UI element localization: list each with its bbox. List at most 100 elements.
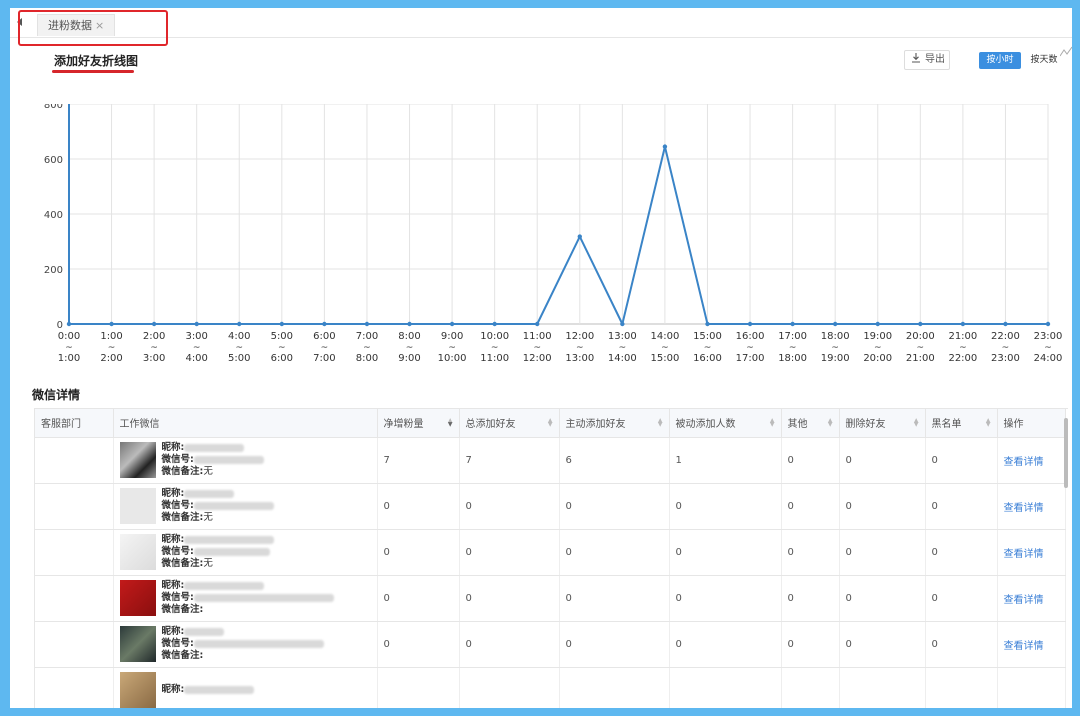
details-title: 微信详情: [32, 388, 81, 402]
x-tick-label-end: 20:00: [863, 353, 892, 364]
redacted-nickname: [184, 489, 235, 498]
cell-empty: [559, 667, 670, 708]
x-tick-label-start: 12:00: [565, 331, 594, 342]
cell-active: 6: [559, 437, 670, 484]
remark-label: 微信备注:: [161, 558, 204, 569]
x-tick-separator: ~: [363, 343, 371, 353]
sort-icon[interactable]: ▲ ▼: [658, 418, 663, 428]
cell-work-wechat: 昵称: 微信号: 微信备注:无: [113, 437, 378, 484]
cell-deleted: 0: [839, 575, 926, 622]
col-net-gain[interactable]: 净增粉量 ▲ ▼: [377, 409, 460, 438]
nickname-label: 昵称:: [161, 580, 185, 591]
col-blacklist-label: 黑名单: [931, 419, 962, 431]
y-tick-label: 200: [44, 265, 63, 276]
col-passive-added[interactable]: 被动添加人数 ▲ ▼: [669, 409, 782, 438]
data-point: [747, 321, 753, 327]
wechat-info: 昵称:: [162, 684, 255, 696]
x-tick-label-start: 7:00: [356, 331, 378, 342]
x-tick-separator: ~: [278, 343, 286, 353]
table-scrollbar[interactable]: [1064, 418, 1068, 488]
x-tick-separator: ~: [65, 343, 73, 353]
sort-icon[interactable]: ▲ ▼: [448, 418, 453, 428]
x-tick-separator: ~: [1044, 343, 1052, 353]
export-button[interactable]: 导出: [904, 50, 950, 70]
cell-other: 0: [781, 529, 840, 576]
x-tick-label-end: 4:00: [185, 353, 207, 364]
redacted-nickname: [184, 685, 255, 694]
view-details-link[interactable]: 查看详情: [1004, 549, 1044, 560]
wechat-info: 昵称: 微信号: 微信备注:: [162, 580, 334, 616]
x-tick-label-end: 14:00: [608, 353, 637, 364]
download-icon: [912, 53, 920, 63]
col-net-gain-label: 净增粉量: [383, 419, 424, 431]
cell-empty: [377, 667, 460, 708]
cell-net: 0: [377, 529, 460, 576]
sort-icon[interactable]: ▲ ▼: [914, 418, 919, 428]
x-tick-separator: ~: [448, 343, 456, 353]
col-blacklist[interactable]: 黑名单 ▲ ▼: [925, 409, 998, 438]
redacted-wechat-id: [193, 547, 270, 556]
col-total-added[interactable]: 总添加好友 ▲ ▼: [459, 409, 560, 438]
cell-action: 查看详情: [997, 437, 1066, 484]
data-point: [705, 321, 710, 327]
tab-highlight-box: [18, 10, 168, 46]
cell-total: 0: [459, 483, 560, 530]
sort-icon[interactable]: ▲ ▼: [828, 418, 833, 428]
x-tick-label-start: 19:00: [863, 331, 892, 342]
x-tick-separator: ~: [619, 343, 627, 353]
x-tick-label-end: 11:00: [480, 353, 509, 364]
sort-icon[interactable]: ▲ ▼: [548, 418, 553, 428]
cell-work-wechat: 昵称: 微信号: 微信备注:无: [113, 529, 378, 576]
col-other[interactable]: 其他 ▲ ▼: [781, 409, 840, 438]
col-deleted-label: 删除好友: [845, 419, 886, 431]
cell-deleted: 0: [839, 483, 926, 530]
remark-label: 微信备注:: [161, 466, 204, 477]
wechat-info: 昵称: 微信号: 微信备注:: [162, 626, 324, 662]
cell-passive: 0: [669, 575, 782, 622]
data-point: [66, 321, 72, 327]
x-tick-label-end: 15:00: [650, 353, 679, 364]
col-actions: 操作: [997, 409, 1066, 438]
data-point: [322, 321, 327, 327]
avatar: [119, 672, 156, 708]
cell-deleted: 0: [839, 621, 926, 668]
data-point: [577, 234, 582, 239]
view-details-link[interactable]: 查看详情: [1004, 595, 1044, 606]
redacted-wechat-id: [193, 501, 274, 510]
redacted-nickname: [184, 443, 245, 452]
details-table-wrap: 客服部门 工作微信 净增粉量 ▲ ▼ 总添加好友 ▲ ▼ 主动添加好友 ▲ ▼ 被动添加人数…: [34, 408, 1068, 708]
x-tick-label-end: 18:00: [778, 353, 807, 364]
x-tick-label-start: 8:00: [398, 331, 420, 342]
avatar: [119, 488, 156, 524]
wechat-info: 昵称: 微信号: 微信备注:无: [162, 442, 264, 478]
cell-other: 0: [781, 483, 840, 530]
chart-title: 添加好友折线图: [54, 54, 139, 68]
sort-icon[interactable]: ▲ ▼: [770, 418, 775, 428]
x-tick-label-start: 0:00: [58, 331, 80, 342]
view-details-link[interactable]: 查看详情: [1004, 503, 1044, 514]
data-point: [407, 321, 412, 327]
x-tick-label-end: 3:00: [143, 353, 165, 364]
x-tick-label-start: 22:00: [991, 331, 1020, 342]
view-details-link[interactable]: 查看详情: [1004, 457, 1044, 468]
col-deleted[interactable]: 删除好友 ▲ ▼: [839, 409, 926, 438]
col-active-added[interactable]: 主动添加好友 ▲ ▼: [559, 409, 670, 438]
data-point: [237, 321, 242, 327]
x-tick-separator: ~: [491, 343, 499, 353]
wechat-id-label: 微信号:: [161, 454, 194, 465]
cell-deleted: 0: [839, 529, 926, 576]
view-details-link[interactable]: 查看详情: [1004, 641, 1044, 652]
cell-dept: [35, 621, 114, 668]
remark-value: 无: [203, 512, 213, 523]
cell-dept: [35, 667, 114, 708]
table-row: 昵称: 微信号: 微信备注:无 0 0 0 0 0 0 0 查看详情: [35, 483, 1066, 530]
sort-icon[interactable]: ▲ ▼: [986, 418, 991, 428]
by-hour-toggle[interactable]: 按小时: [979, 52, 1021, 69]
by-day-toggle[interactable]: 按天数: [1024, 52, 1064, 69]
y-tick-label: 600: [44, 155, 63, 166]
data-point: [279, 321, 285, 327]
data-point: [875, 321, 880, 327]
x-tick-label-end: 9:00: [398, 353, 420, 364]
x-tick-label-start: 6:00: [313, 331, 335, 342]
x-tick-label-end: 8:00: [356, 353, 378, 364]
